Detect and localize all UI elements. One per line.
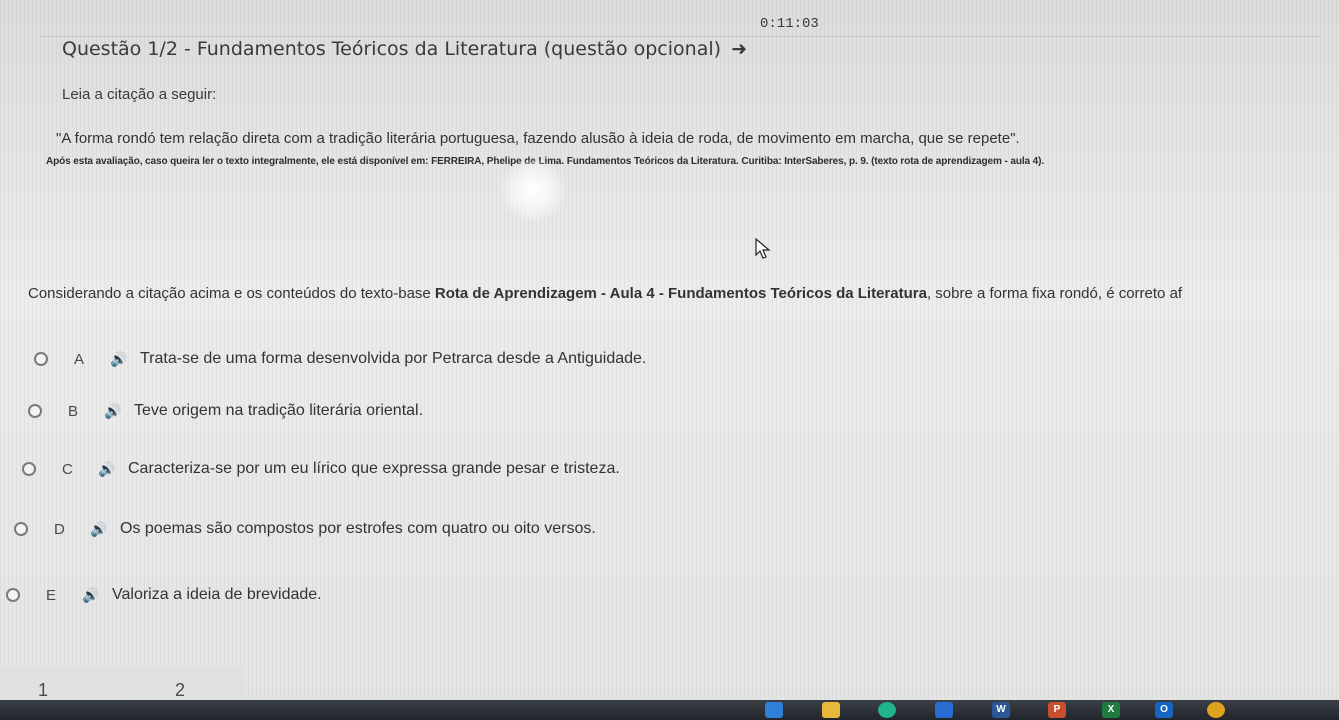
screen-glare: [498, 160, 568, 220]
edge-icon[interactable]: [878, 702, 896, 718]
radio-button[interactable]: [28, 404, 42, 418]
option-e[interactable]: E 🔊 Valoriza a ideia de brevidade.: [6, 582, 322, 608]
option-a[interactable]: A 🔊 Trata-se de uma forma desenvolvida p…: [34, 346, 646, 372]
prompt-bold: Rota de Aprendizagem - Aula 4 - Fundamen…: [434, 285, 927, 302]
outlook-icon[interactable]: O: [1155, 702, 1173, 718]
option-letter: C: [62, 460, 73, 478]
divider: [40, 36, 1320, 37]
option-c[interactable]: C 🔊 Caracteriza-se por um eu lírico que …: [22, 456, 620, 482]
screen: 0:11:03 Questão 1/2 - Fundamentos Teóric…: [0, 0, 1339, 720]
radio-button[interactable]: [6, 588, 20, 602]
folder-icon[interactable]: [822, 702, 840, 718]
radio-button[interactable]: [34, 352, 48, 366]
speaker-icon[interactable]: 🔊: [98, 461, 120, 478]
speaker-icon[interactable]: 🔊: [90, 521, 112, 538]
question-prompt: Considerando a citação acima e os conteú…: [28, 285, 1182, 302]
option-letter: B: [68, 402, 79, 420]
excel-icon[interactable]: X: [1102, 702, 1120, 718]
option-letter: A: [74, 350, 85, 368]
radio-button[interactable]: [14, 522, 28, 536]
timer: 0:11:03: [760, 16, 819, 32]
option-text: Teve origem na tradição literária orient…: [134, 402, 424, 419]
speaker-icon[interactable]: 🔊: [82, 587, 104, 604]
radio-button[interactable]: [22, 462, 36, 476]
option-d[interactable]: D 🔊 Os poemas são compostos por estrofes…: [14, 516, 596, 542]
option-text: Trata-se de uma forma desenvolvida por P…: [140, 350, 647, 367]
chrome-icon[interactable]: [1207, 702, 1225, 718]
page-2[interactable]: 2: [175, 680, 185, 701]
option-text: Caracteriza-se por um eu lírico que expr…: [128, 460, 620, 477]
option-letter: E: [46, 586, 57, 604]
prompt-end: , sobre a forma fixa rondó, é correto af: [926, 285, 1183, 302]
mouse-cursor-icon: [755, 238, 771, 259]
option-b[interactable]: B 🔊 Teve origem na tradição literária or…: [28, 398, 423, 424]
option-letter: D: [54, 520, 65, 538]
taskbar: [0, 700, 1339, 720]
store-icon[interactable]: [935, 702, 953, 718]
question-title: Questão 1/2 - Fundamentos Teóricos da Li…: [62, 38, 747, 60]
word-icon[interactable]: W: [992, 702, 1010, 718]
speaker-icon[interactable]: 🔊: [104, 403, 126, 420]
option-text: Os poemas são compostos por estrofes com…: [120, 520, 596, 537]
speaker-icon[interactable]: 🔊: [110, 351, 132, 368]
question-lead: Leia a citação a seguir:: [62, 86, 217, 103]
question-source: Após esta avaliação, caso queira ler o t…: [46, 156, 1045, 167]
file-explorer-icon[interactable]: [765, 702, 783, 718]
question-title-text: Questão 1/2 - Fundamentos Teóricos da Li…: [62, 38, 722, 60]
page-1[interactable]: 1: [38, 680, 48, 701]
arrow-right-icon[interactable]: ➜: [731, 38, 747, 60]
question-quote: "A forma rondó tem relação direta com a …: [56, 130, 1020, 147]
option-text: Valoriza a ideia de brevidade.: [112, 586, 322, 603]
powerpoint-icon[interactable]: P: [1048, 702, 1066, 718]
prompt-start: Considerando a citação acima e os conteú…: [28, 285, 435, 302]
